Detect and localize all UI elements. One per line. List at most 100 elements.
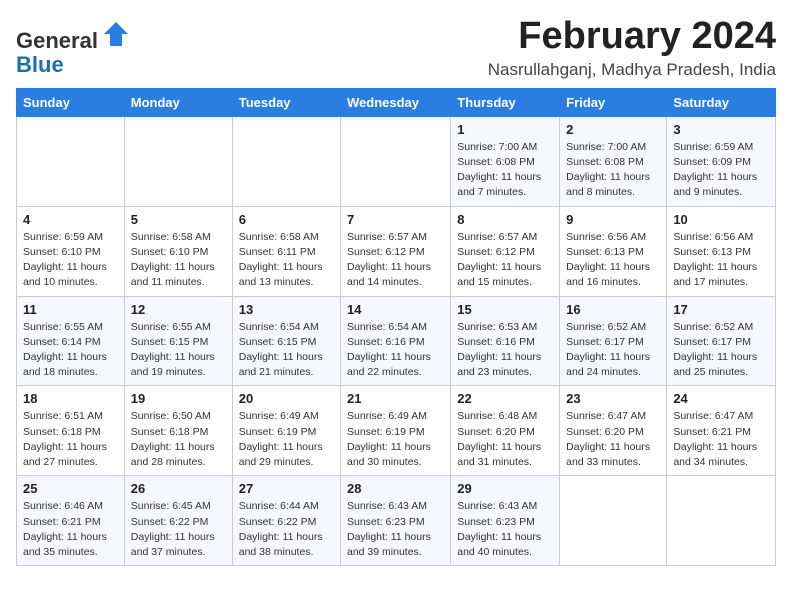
day-info: Sunrise: 6:52 AM Sunset: 6:17 PM Dayligh…: [673, 320, 769, 381]
calendar-week-row: 4 Sunrise: 6:59 AM Sunset: 6:10 PM Daylig…: [17, 206, 776, 296]
calendar-cell: 24 Sunrise: 6:47 AM Sunset: 6:21 PM Dayli…: [667, 386, 776, 476]
calendar-cell: [17, 116, 125, 206]
calendar-cell: 15 Sunrise: 6:53 AM Sunset: 6:16 PM Dayli…: [451, 296, 560, 386]
calendar-week-row: 25 Sunrise: 6:46 AM Sunset: 6:21 PM Dayli…: [17, 476, 776, 566]
calendar-week-row: 11 Sunrise: 6:55 AM Sunset: 6:14 PM Dayli…: [17, 296, 776, 386]
day-number: 21: [347, 391, 444, 406]
day-info: Sunrise: 6:55 AM Sunset: 6:15 PM Dayligh…: [131, 320, 226, 381]
calendar-cell: 20 Sunrise: 6:49 AM Sunset: 6:19 PM Dayli…: [232, 386, 340, 476]
day-number: 16: [566, 302, 660, 317]
calendar-cell: 26 Sunrise: 6:45 AM Sunset: 6:22 PM Dayli…: [124, 476, 232, 566]
logo: General Blue: [16, 20, 130, 77]
day-info: Sunrise: 6:54 AM Sunset: 6:15 PM Dayligh…: [239, 320, 334, 381]
calendar-cell: [124, 116, 232, 206]
day-info: Sunrise: 6:56 AM Sunset: 6:13 PM Dayligh…: [673, 230, 769, 291]
day-number: 15: [457, 302, 553, 317]
logo-icon: [102, 20, 130, 48]
location-title: Nasrullahganj, Madhya Pradesh, India: [488, 60, 776, 80]
calendar-cell: 11 Sunrise: 6:55 AM Sunset: 6:14 PM Dayli…: [17, 296, 125, 386]
calendar-cell: 6 Sunrise: 6:58 AM Sunset: 6:11 PM Daylig…: [232, 206, 340, 296]
calendar-cell: 21 Sunrise: 6:49 AM Sunset: 6:19 PM Dayli…: [341, 386, 451, 476]
day-number: 6: [239, 212, 334, 227]
calendar-cell: 12 Sunrise: 6:55 AM Sunset: 6:15 PM Dayli…: [124, 296, 232, 386]
weekday-header-thursday: Thursday: [451, 88, 560, 116]
weekday-header-saturday: Saturday: [667, 88, 776, 116]
day-number: 9: [566, 212, 660, 227]
day-info: Sunrise: 6:49 AM Sunset: 6:19 PM Dayligh…: [347, 409, 444, 470]
calendar-cell: 8 Sunrise: 6:57 AM Sunset: 6:12 PM Daylig…: [451, 206, 560, 296]
day-number: 24: [673, 391, 769, 406]
day-number: 4: [23, 212, 118, 227]
calendar-cell: [341, 116, 451, 206]
calendar-week-row: 18Sunrise: 6:51 AM Sunset: 6:18 PM Dayli…: [17, 386, 776, 476]
day-info: Sunrise: 6:55 AM Sunset: 6:14 PM Dayligh…: [23, 320, 118, 381]
calendar-cell: 22 Sunrise: 6:48 AM Sunset: 6:20 PM Dayli…: [451, 386, 560, 476]
day-number: 14: [347, 302, 444, 317]
day-number: 5: [131, 212, 226, 227]
logo-blue-text: Blue: [16, 52, 64, 77]
logo-general-text: General: [16, 28, 98, 53]
weekday-header-sunday: Sunday: [17, 88, 125, 116]
day-info: Sunrise: 6:47 AM Sunset: 6:20 PM Dayligh…: [566, 409, 660, 470]
weekday-header-monday: Monday: [124, 88, 232, 116]
calendar-cell: 3 Sunrise: 6:59 AM Sunset: 6:09 PM Daylig…: [667, 116, 776, 206]
calendar-cell: 7 Sunrise: 6:57 AM Sunset: 6:12 PM Daylig…: [341, 206, 451, 296]
day-info: Sunrise: 6:58 AM Sunset: 6:11 PM Dayligh…: [239, 230, 334, 291]
day-number: 22: [457, 391, 553, 406]
day-info: Sunrise: 6:59 AM Sunset: 6:10 PM Dayligh…: [23, 230, 118, 291]
calendar-cell: 13 Sunrise: 6:54 AM Sunset: 6:15 PM Dayli…: [232, 296, 340, 386]
day-number: 10: [673, 212, 769, 227]
calendar-cell: 17 Sunrise: 6:52 AM Sunset: 6:17 PM Dayli…: [667, 296, 776, 386]
weekday-header-friday: Friday: [560, 88, 667, 116]
day-info: Sunrise: 6:58 AM Sunset: 6:10 PM Dayligh…: [131, 230, 226, 291]
title-block: February 2024 Nasrullahganj, Madhya Prad…: [488, 16, 776, 80]
day-number: 3: [673, 122, 769, 137]
day-number: 8: [457, 212, 553, 227]
day-info: Sunrise: 7:00 AM Sunset: 6:08 PM Dayligh…: [566, 140, 660, 201]
month-title: February 2024: [488, 16, 776, 58]
day-info: Sunrise: 6:46 AM Sunset: 6:21 PM Dayligh…: [23, 499, 118, 560]
day-info: Sunrise: 6:52 AM Sunset: 6:17 PM Dayligh…: [566, 320, 660, 381]
day-info: Sunrise: 6:53 AM Sunset: 6:16 PM Dayligh…: [457, 320, 553, 381]
calendar-cell: 25 Sunrise: 6:46 AM Sunset: 6:21 PM Dayli…: [17, 476, 125, 566]
day-info: Sunrise: 6:50 AM Sunset: 6:18 PM Dayligh…: [131, 409, 226, 470]
calendar-cell: 23Sunrise: 6:47 AM Sunset: 6:20 PM Dayli…: [560, 386, 667, 476]
day-number: 17: [673, 302, 769, 317]
calendar-cell: 4 Sunrise: 6:59 AM Sunset: 6:10 PM Daylig…: [17, 206, 125, 296]
day-number: 18: [23, 391, 118, 406]
calendar-cell: 2 Sunrise: 7:00 AM Sunset: 6:08 PM Daylig…: [560, 116, 667, 206]
day-number: 27: [239, 481, 334, 496]
day-number: 20: [239, 391, 334, 406]
day-number: 7: [347, 212, 444, 227]
day-info: Sunrise: 7:00 AM Sunset: 6:08 PM Dayligh…: [457, 140, 553, 201]
day-number: 29: [457, 481, 553, 496]
day-number: 13: [239, 302, 334, 317]
day-number: 12: [131, 302, 226, 317]
day-number: 2: [566, 122, 660, 137]
calendar-cell: [560, 476, 667, 566]
calendar-week-row: 1 Sunrise: 7:00 AM Sunset: 6:08 PM Daylig…: [17, 116, 776, 206]
page-header: General Blue February 2024 Nasrullahganj…: [16, 16, 776, 80]
calendar-cell: 16 Sunrise: 6:52 AM Sunset: 6:17 PM Dayli…: [560, 296, 667, 386]
day-number: 28: [347, 481, 444, 496]
calendar-cell: 18Sunrise: 6:51 AM Sunset: 6:18 PM Dayli…: [17, 386, 125, 476]
day-info: Sunrise: 6:45 AM Sunset: 6:22 PM Dayligh…: [131, 499, 226, 560]
day-info: Sunrise: 6:59 AM Sunset: 6:09 PM Dayligh…: [673, 140, 769, 201]
calendar-cell: 28 Sunrise: 6:43 AM Sunset: 6:23 PM Dayli…: [341, 476, 451, 566]
day-number: 11: [23, 302, 118, 317]
calendar-cell: 10 Sunrise: 6:56 AM Sunset: 6:13 PM Dayli…: [667, 206, 776, 296]
day-info: Sunrise: 6:57 AM Sunset: 6:12 PM Dayligh…: [347, 230, 444, 291]
day-info: Sunrise: 6:43 AM Sunset: 6:23 PM Dayligh…: [457, 499, 553, 560]
day-info: Sunrise: 6:47 AM Sunset: 6:21 PM Dayligh…: [673, 409, 769, 470]
day-number: 26: [131, 481, 226, 496]
day-info: Sunrise: 6:48 AM Sunset: 6:20 PM Dayligh…: [457, 409, 553, 470]
day-number: 19: [131, 391, 226, 406]
calendar-cell: 27Sunrise: 6:44 AM Sunset: 6:22 PM Dayli…: [232, 476, 340, 566]
day-number: 25: [23, 481, 118, 496]
day-number: 1: [457, 122, 553, 137]
calendar-cell: 9Sunrise: 6:56 AM Sunset: 6:13 PM Daylig…: [560, 206, 667, 296]
day-info: Sunrise: 6:57 AM Sunset: 6:12 PM Dayligh…: [457, 230, 553, 291]
weekday-header-tuesday: Tuesday: [232, 88, 340, 116]
day-info: Sunrise: 6:43 AM Sunset: 6:23 PM Dayligh…: [347, 499, 444, 560]
day-info: Sunrise: 6:49 AM Sunset: 6:19 PM Dayligh…: [239, 409, 334, 470]
